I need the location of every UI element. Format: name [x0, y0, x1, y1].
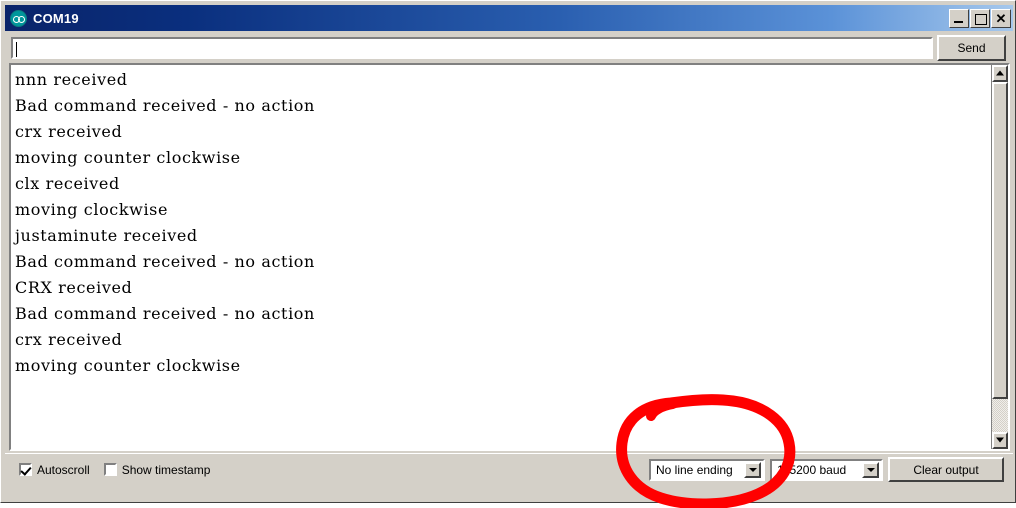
- console-scrollbar[interactable]: [991, 65, 1008, 449]
- send-button[interactable]: Send: [937, 35, 1006, 61]
- line-ending-dropdown[interactable]: No line ending: [649, 458, 765, 481]
- clear-output-button[interactable]: Clear output: [888, 457, 1004, 482]
- maximize-button[interactable]: [970, 8, 990, 28]
- console-line: Bad command received - no action: [15, 304, 315, 323]
- statusbar: Autoscroll Show timestamp No line ending…: [5, 453, 1013, 485]
- timestamp-checkbox-group[interactable]: Show timestamp: [103, 462, 211, 477]
- window-title: COM19: [33, 10, 79, 26]
- serial-monitor-window: COM19 ✕ Send nnn received Bad command rec…: [0, 0, 1016, 508]
- chevron-down-icon: [996, 437, 1004, 442]
- scroll-up-button[interactable]: [992, 65, 1008, 82]
- chevron-down-icon[interactable]: [862, 461, 879, 478]
- send-row: Send: [9, 35, 1009, 61]
- autoscroll-checkbox[interactable]: [19, 463, 32, 476]
- console-line: moving counter clockwise: [15, 148, 241, 167]
- chevron-up-icon: [996, 70, 1004, 75]
- baud-rate-value: 115200 baud: [777, 462, 847, 477]
- chevron-down-icon[interactable]: [744, 461, 761, 478]
- autoscroll-checkbox-group[interactable]: Autoscroll: [19, 463, 90, 477]
- console-line: crx received: [15, 122, 123, 141]
- console-text: nnn received Bad command received - no ac…: [15, 67, 975, 379]
- autoscroll-label: Autoscroll: [37, 462, 90, 477]
- console-line: CRX received: [15, 278, 133, 297]
- console-line: moving counter clockwise: [15, 356, 241, 375]
- console-line: clx received: [15, 174, 120, 193]
- send-input[interactable]: [11, 37, 933, 59]
- titlebar[interactable]: COM19 ✕: [5, 5, 1013, 31]
- minimize-button[interactable]: [949, 8, 969, 28]
- close-icon[interactable]: ✕: [991, 8, 1011, 28]
- arduino-infinity-icon: [10, 9, 27, 27]
- show-timestamp-checkbox[interactable]: [103, 463, 117, 476]
- baud-rate-dropdown[interactable]: 115200 baud: [770, 458, 883, 481]
- line-ending-value: No line ending: [656, 462, 733, 477]
- console-line: justaminute received: [15, 226, 198, 245]
- show-timestamp-label: Show timestamp: [121, 462, 211, 477]
- text-caret: [16, 42, 17, 58]
- console-output-area[interactable]: nnn received Bad command received - no ac…: [9, 63, 1010, 451]
- console-line: Bad command received - no action: [15, 96, 315, 115]
- scrollbar-thumb[interactable]: [992, 82, 1008, 399]
- scroll-down-button[interactable]: [992, 432, 1008, 449]
- console-line: Bad command received - no action: [15, 252, 315, 271]
- console-line: crx received: [15, 330, 123, 349]
- console-line: nnn received: [15, 70, 128, 89]
- console-line: moving clockwise: [15, 200, 169, 219]
